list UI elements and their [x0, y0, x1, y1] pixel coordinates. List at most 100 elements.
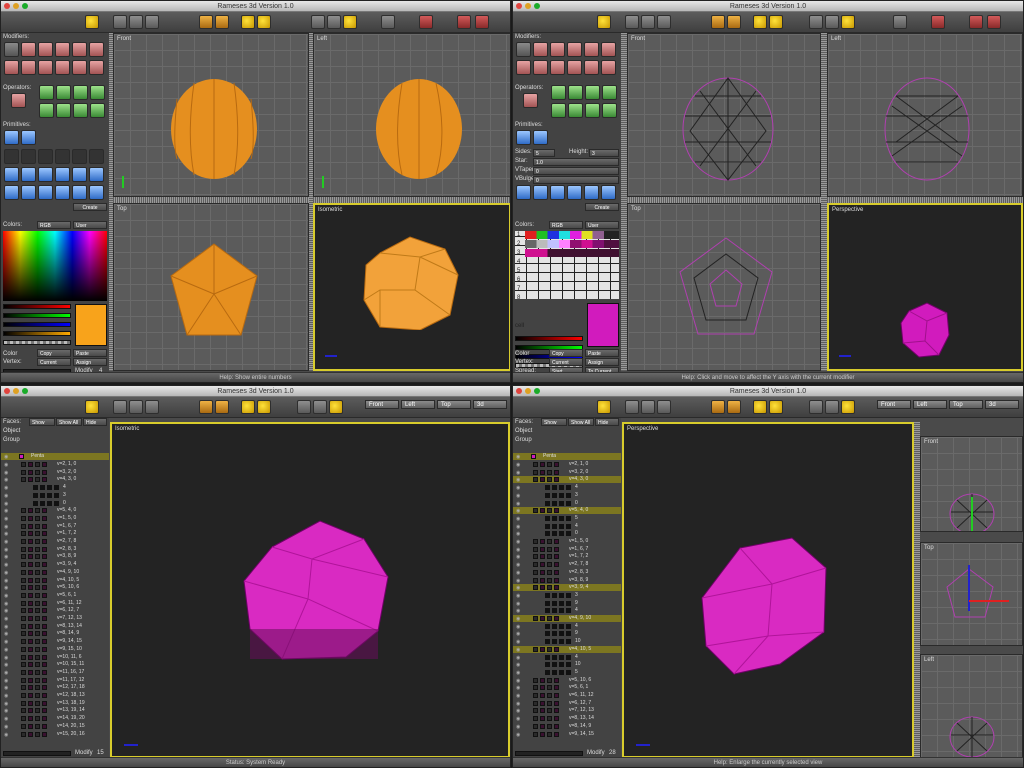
modifier-tool[interactable] — [516, 42, 531, 57]
current-dropdown[interactable]: Current — [549, 358, 583, 366]
primitive-tool[interactable] — [21, 149, 36, 164]
operator-tool[interactable] — [551, 103, 566, 118]
face-color-cell[interactable] — [21, 577, 26, 583]
modifier-tool[interactable] — [21, 60, 36, 75]
face-color-cell[interactable] — [42, 477, 47, 483]
face-color-cell[interactable] — [35, 462, 40, 467]
face-color-cell[interactable] — [547, 731, 552, 737]
grid-icon[interactable] — [313, 400, 327, 414]
face-color-cell[interactable] — [42, 508, 47, 514]
grid-icon[interactable] — [825, 400, 839, 414]
face-row[interactable]: ◉ v=3, 9, 4 — [1, 561, 109, 568]
operator-tool[interactable] — [56, 85, 71, 100]
tree-root[interactable]: ◉ Penta — [513, 453, 621, 460]
face-row[interactable]: ◉ 3 — [1, 492, 109, 499]
modifier-tool[interactable] — [21, 42, 36, 57]
face-color-cell[interactable] — [33, 485, 38, 491]
face-color-cell[interactable] — [28, 592, 33, 598]
face-color-cell[interactable] — [559, 523, 564, 529]
face-row[interactable]: ◉ v=14, 20, 15 — [1, 723, 109, 730]
face-color-cell[interactable] — [533, 677, 538, 683]
face-color-cell[interactable] — [533, 700, 538, 706]
face-row[interactable]: ◉ v=4, 9, 10 — [1, 569, 109, 576]
face-color-cell[interactable] — [566, 515, 571, 521]
face-color-cell[interactable] — [547, 577, 552, 583]
face-color-cell[interactable] — [42, 623, 47, 629]
alpha-slider[interactable] — [3, 331, 71, 336]
face-color-cell[interactable] — [547, 569, 552, 575]
face-color-cell[interactable] — [28, 716, 33, 722]
face-color-cell[interactable] — [42, 608, 47, 614]
face-color-cell[interactable] — [28, 600, 33, 606]
primitive-tool[interactable] — [584, 185, 599, 200]
grid-icon[interactable] — [825, 15, 839, 29]
face-color-cell[interactable] — [554, 508, 559, 514]
box-icon[interactable] — [457, 15, 471, 29]
face-color-cell[interactable] — [540, 546, 545, 552]
face-color-cell[interactable] — [559, 515, 564, 521]
face-color-cell[interactable] — [552, 500, 557, 506]
face-color-cell[interactable] — [28, 693, 33, 698]
face-color-cell[interactable] — [28, 508, 33, 514]
viewport-left-mini[interactable]: Left — [920, 654, 1023, 758]
front-view-button[interactable]: Front — [365, 400, 399, 409]
face-row[interactable]: ◉ v=3, 9, 4 — [513, 584, 621, 592]
snap-icon[interactable] — [311, 15, 325, 29]
face-color-cell[interactable] — [54, 485, 59, 491]
face-row[interactable]: ◉ v=5, 10, 6 — [1, 584, 109, 591]
face-row[interactable]: ◉ v=6, 11, 12 — [1, 600, 109, 607]
face-color-cell[interactable] — [547, 677, 552, 683]
face-color-cell[interactable] — [566, 523, 571, 529]
face-row[interactable]: ◉ v=4, 3, 0 — [1, 476, 109, 483]
face-color-cell[interactable] — [28, 623, 33, 629]
face-row[interactable]: ◉ 0 — [513, 500, 621, 507]
rgb-tab[interactable]: RGB — [37, 221, 71, 229]
face-color-cell[interactable] — [554, 700, 559, 706]
face-row[interactable]: ◉ v=1, 5, 0 — [513, 538, 621, 545]
face-color-cell[interactable] — [540, 693, 545, 698]
face-color-cell[interactable] — [547, 562, 552, 568]
face-color-cell[interactable] — [28, 616, 33, 621]
primitive-tool[interactable] — [533, 130, 548, 145]
face-color-cell[interactable] — [559, 500, 564, 506]
rotate-tool-icon[interactable] — [711, 15, 725, 29]
face-row[interactable]: ◉ 3 — [513, 592, 621, 599]
face-color-cell[interactable] — [54, 492, 59, 498]
face-color-cell[interactable] — [42, 646, 47, 652]
face-color-cell[interactable] — [559, 592, 564, 598]
face-row[interactable]: ◉ 4 — [1, 484, 109, 491]
face-color-cell[interactable] — [547, 554, 552, 560]
face-color-cell[interactable] — [552, 631, 557, 637]
create-button[interactable]: Create — [73, 203, 107, 211]
face-color-cell[interactable] — [42, 539, 47, 544]
primitive-tool[interactable] — [38, 167, 53, 182]
scale-tool-icon[interactable] — [215, 15, 229, 29]
face-color-cell[interactable] — [21, 646, 26, 652]
face-color-cell[interactable] — [28, 700, 33, 706]
face-row[interactable]: ◉ 5 — [513, 669, 621, 676]
primitive-tool[interactable] — [55, 149, 70, 164]
face-color-cell[interactable] — [554, 577, 559, 583]
lightbulb-icon[interactable] — [85, 400, 99, 414]
primitive-tool[interactable] — [72, 167, 87, 182]
face-color-cell[interactable] — [554, 685, 559, 691]
operator-tool[interactable] — [73, 85, 88, 100]
face-color-cell[interactable] — [554, 677, 559, 683]
face-color-cell[interactable] — [559, 631, 564, 637]
face-row[interactable]: ◉ v=2, 8, 3 — [1, 546, 109, 553]
texture-icon[interactable] — [841, 15, 855, 29]
face-color-cell[interactable] — [547, 646, 552, 652]
face-row[interactable]: ◉ v=8, 14, 9 — [513, 723, 621, 730]
face-color-cell[interactable] — [35, 685, 40, 691]
primitive-tool[interactable] — [21, 130, 36, 145]
face-color-cell[interactable] — [35, 708, 40, 714]
face-color-cell[interactable] — [566, 485, 571, 491]
face-color-cell[interactable] — [566, 639, 571, 645]
zoom-button[interactable] — [22, 3, 28, 9]
face-row[interactable]: ◉ 4 — [513, 523, 621, 530]
face-color-cell[interactable] — [21, 462, 26, 467]
face-color-cell[interactable] — [533, 723, 538, 729]
face-color-cell[interactable] — [566, 531, 571, 537]
face-color-cell[interactable] — [547, 716, 552, 722]
show-button[interactable]: Show — [29, 418, 55, 426]
